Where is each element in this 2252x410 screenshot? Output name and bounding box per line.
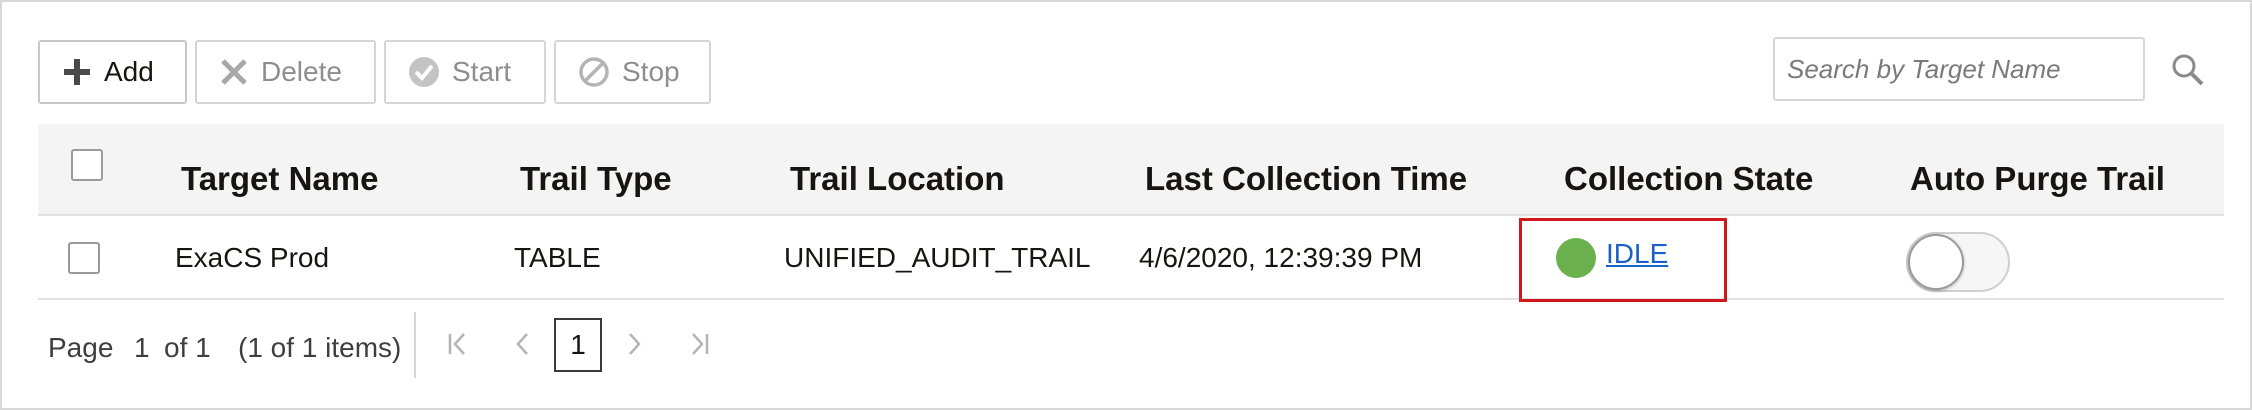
last-page-button[interactable] — [679, 330, 719, 365]
row-checkbox[interactable] — [68, 242, 100, 274]
delete-button-label: Delete — [261, 56, 342, 87]
pagination-page-label: Page — [48, 332, 114, 363]
cell-trail-location: UNIFIED_AUDIT_TRAIL — [784, 242, 1091, 273]
collection-state-link[interactable]: IDLE — [1606, 238, 1668, 270]
delete-button[interactable]: Delete — [195, 40, 376, 104]
search-input[interactable] — [1773, 37, 2145, 101]
chevron-right-icon — [629, 333, 641, 355]
x-icon — [221, 59, 247, 85]
stop-button[interactable]: Stop — [554, 40, 711, 104]
first-page-button[interactable] — [438, 330, 478, 365]
pagination-items-summary: (1 of 1 items) — [238, 332, 402, 363]
select-all-checkbox[interactable] — [71, 149, 103, 181]
column-header-trail-type[interactable]: Trail Type — [520, 160, 672, 198]
search-icon — [2172, 54, 2204, 86]
prohibited-icon — [579, 57, 609, 87]
cell-last-collection-time: 4/6/2020, 12:39:39 PM — [1139, 242, 1423, 273]
last-page-icon — [692, 333, 709, 355]
start-button-label: Start — [452, 56, 512, 87]
column-header-trail-location[interactable]: Trail Location — [790, 160, 1005, 198]
prev-page-button[interactable] — [503, 330, 543, 365]
column-header-auto-purge-trail[interactable]: Auto Purge Trail — [1910, 160, 2165, 198]
page-1-button[interactable]: 1 — [554, 318, 602, 372]
plus-icon — [64, 59, 90, 85]
search-button[interactable] — [2168, 50, 2208, 90]
cell-trail-type: TABLE — [514, 242, 601, 273]
status-dot-icon — [1556, 238, 1596, 278]
add-button-label: Add — [104, 56, 154, 87]
start-button[interactable]: Start — [384, 40, 546, 104]
column-header-target-name[interactable]: Target Name — [181, 160, 378, 198]
first-page-icon — [448, 333, 465, 355]
table-row[interactable] — [38, 216, 2224, 300]
auto-purge-toggle-knob[interactable] — [1908, 234, 1964, 290]
cell-target-name: ExaCS Prod — [175, 242, 330, 273]
pagination-of-pages: of 1 — [164, 332, 211, 363]
chevron-left-icon — [516, 333, 528, 355]
add-button[interactable]: Add — [38, 40, 187, 104]
column-header-last-collection-time[interactable]: Last Collection Time — [1145, 160, 1467, 198]
next-page-button[interactable] — [614, 330, 654, 365]
column-header-collection-state[interactable]: Collection State — [1564, 160, 1813, 198]
stop-button-label: Stop — [622, 56, 680, 87]
pagination-divider — [414, 312, 416, 378]
pagination-current-page: 1 — [134, 332, 150, 363]
check-circle-icon — [409, 57, 439, 87]
